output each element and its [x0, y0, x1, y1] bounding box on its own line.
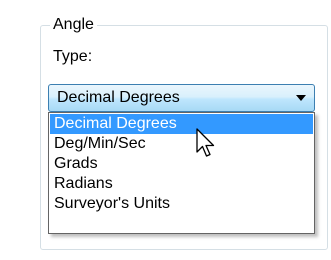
option-deg-min-sec[interactable]: Deg/Min/Sec: [50, 134, 313, 154]
angle-group-title: Angle: [50, 16, 97, 34]
combobox-selected-value: Decimal Degrees: [57, 89, 180, 106]
chevron-down-icon[interactable]: [296, 95, 306, 101]
angle-settings-panel: Angle Type: Decimal Degrees Decimal Degr…: [0, 0, 331, 260]
option-decimal-degrees[interactable]: Decimal Degrees: [50, 114, 313, 134]
angle-type-combobox[interactable]: Decimal Degrees: [48, 84, 315, 112]
option-surveyors-units[interactable]: Surveyor's Units: [50, 194, 313, 214]
option-radians[interactable]: Radians: [50, 174, 313, 194]
type-label: Type:: [53, 48, 93, 65]
angle-type-dropdown-list: Decimal Degrees Deg/Min/Sec Grads Radian…: [48, 112, 315, 234]
option-grads[interactable]: Grads: [50, 154, 313, 174]
